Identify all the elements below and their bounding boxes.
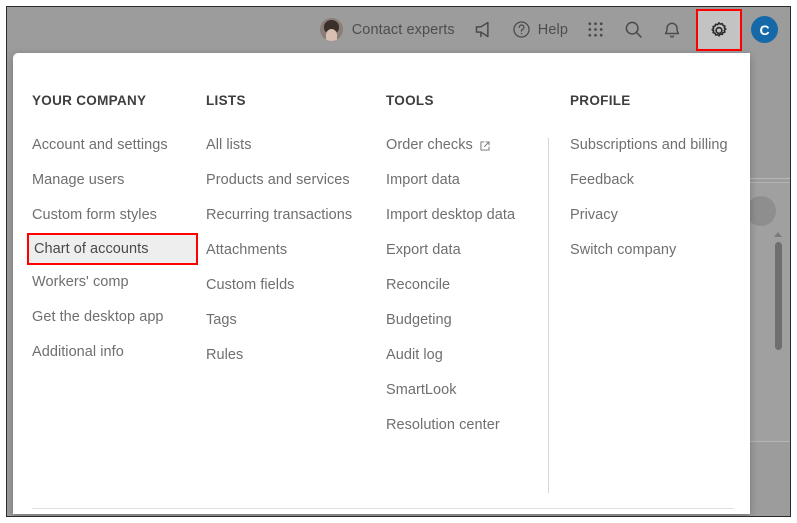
page-right-margin (791, 0, 797, 523)
page-bottom-margin (0, 516, 797, 523)
page-border (6, 6, 791, 517)
app-screenshot: Contact experts Help C YOUR COMPANY Acco… (0, 0, 797, 523)
